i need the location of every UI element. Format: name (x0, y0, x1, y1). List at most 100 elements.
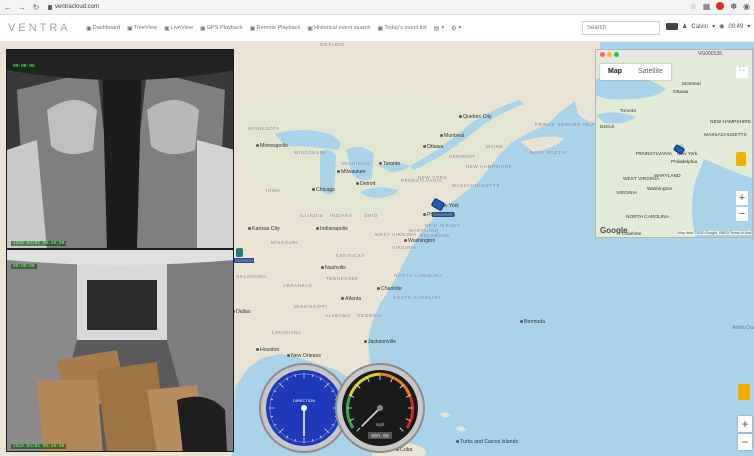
city-label: Ottawa (427, 144, 444, 150)
minimize-dot-icon[interactable] (607, 52, 612, 57)
state-label: NOVA SCOTIA (530, 150, 567, 155)
history-icon: ▣ (307, 25, 313, 32)
speed-readout: 000.00 (371, 434, 389, 440)
url-text: ventracloud.com (55, 4, 100, 10)
vehicle-label[interactable] (432, 212, 454, 217)
city-label: Indianapolis (320, 226, 348, 232)
minimap-label: Montreal (682, 82, 701, 87)
maximize-dot-icon[interactable] (614, 52, 619, 57)
minimap-label: Washington (647, 187, 673, 192)
city-dot-icon (377, 287, 380, 290)
dashboard-icon: ▣ (86, 25, 92, 32)
city-dot-icon (256, 348, 259, 351)
nav-item-tree[interactable]: ▣ TreeView (127, 25, 157, 32)
vehicle-marker[interactable] (236, 248, 243, 257)
state-label: MISSOURI (271, 240, 299, 245)
nav-label: Dashboard (92, 25, 121, 31)
state-label: MASSACHUSETTS (452, 183, 500, 188)
nav-label: GPS Playback (206, 25, 243, 31)
speed-unit: mph (376, 422, 385, 427)
playback-icon: ▣ (249, 25, 256, 32)
city-dot-icon (364, 340, 367, 343)
city-label: Chicago (316, 187, 336, 193)
nav-item-dashboard[interactable]: ▣ Dashboard (86, 25, 120, 32)
state-label: NEW JERSEY (425, 223, 461, 228)
map-credit: Map data ©2020 Google, INEGI Terms of Us… (677, 231, 751, 235)
extension-icon[interactable]: ▦ (703, 2, 711, 11)
city-dot-icon (341, 297, 344, 300)
pegman-icon[interactable] (736, 152, 746, 166)
minimap-label: VIRGINIA (616, 191, 638, 196)
search-input[interactable] (582, 21, 660, 35)
pegman-icon[interactable] (738, 384, 750, 400)
city-dot-icon (440, 134, 443, 137)
star-icon[interactable]: ☆ (690, 2, 697, 11)
city-dot-icon (248, 227, 251, 230)
tab-map[interactable]: Map (600, 64, 630, 80)
zoom-out-button[interactable]: − (738, 434, 752, 450)
minimap-label: WEST VIRGINIA (623, 177, 660, 182)
city-label: Dallas (236, 309, 251, 315)
truck-icon[interactable] (666, 23, 678, 30)
state-label: KENTUCKY (336, 253, 366, 258)
nav-item-settings[interactable]: ⚙ ▾ (451, 25, 461, 32)
address-bar[interactable]: ventracloud.com (48, 4, 99, 10)
zoom-in-button[interactable]: + (736, 191, 748, 205)
state-label: IOWA (266, 188, 281, 193)
nav-item-list[interactable]: ▣ Today's event list (378, 25, 427, 32)
state-label: OHIO (364, 213, 378, 218)
nav-item-eye[interactable]: ▣ LiveView (164, 25, 193, 32)
state-label: LOUISIANA (272, 330, 302, 335)
state-label: VERMONT (449, 154, 476, 159)
nav-item-history[interactable]: ▣ Historical event search (307, 25, 370, 32)
camera-osd-timestamp: 2020 03/02 09:49:00 (11, 241, 67, 246)
nav-item-gps[interactable]: ▣ GPS Playback (200, 25, 243, 32)
vehicle-label[interactable] (234, 258, 254, 263)
clock-text: 09:49 (728, 23, 744, 30)
minimap-label: PENNSYLVANIA (636, 152, 673, 157)
record-extension-icon[interactable] (716, 2, 725, 10)
reload-icon[interactable]: ↻ (30, 3, 42, 12)
camera-feed-bottom[interactable]: 00:00:00 2020 03/02 09:49:00 (6, 249, 234, 452)
state-label: NEW YORK (418, 175, 448, 180)
zoom-in-button[interactable]: + (738, 416, 752, 432)
state-label: ONTARIO (320, 42, 345, 47)
arrow-right-icon[interactable]: → (16, 3, 28, 12)
state-label: GEORGIA (357, 313, 383, 318)
puzzle-icon[interactable]: ✽ (730, 2, 737, 11)
city-label: Montreal (444, 133, 465, 139)
tree-icon: ▣ (127, 25, 133, 32)
zoom-out-button[interactable]: − (736, 207, 748, 221)
app-header: VENTRA ▣ Dashboard ▣ TreeView ▣ LiveView ▣ GPS … (0, 15, 754, 42)
fullscreen-icon[interactable]: ⛶ (736, 66, 748, 78)
city-label: Jacksonville (368, 339, 396, 345)
city-dot-icon (459, 115, 462, 118)
city-label: Kansas City (252, 226, 280, 232)
chevron-down-icon: ▾ (458, 25, 462, 31)
tab-satellite[interactable]: Satellite (630, 64, 671, 80)
compass-gauge: DIRECTION (259, 363, 349, 453)
city-dot-icon (321, 266, 324, 269)
camera-feed-top[interactable]: 00:00:00 2020 03/02 09:49:00 (6, 49, 234, 249)
chevron-down-icon[interactable]: ▾ (747, 23, 750, 30)
nav-item-playback[interactable]: ▣ Remote Playback (250, 25, 301, 32)
profile-icon[interactable]: ◉ (743, 2, 750, 11)
city-label: Milwaukee (341, 169, 366, 175)
nav-label: LiveView (170, 25, 194, 31)
vehicle-minimap[interactable]: VG000135 Map Satellite ⛶ Montreal Ottawa T… (595, 49, 753, 238)
city-label: Atlanta (345, 296, 362, 302)
user-menu[interactable]: Calvin (691, 24, 708, 30)
arrow-left-icon[interactable]: ← (2, 3, 14, 12)
city-dot-icon (456, 440, 459, 443)
state-label: ILLINOIS (300, 213, 324, 218)
city-label: Turks and Caicos Islands (460, 439, 519, 445)
city-label: Quebec City (463, 114, 492, 120)
minimap-label: NORTH CAROLINA (626, 215, 669, 220)
state-label: NEW HAMPSHIRE (466, 164, 513, 169)
city-label: Nashville (325, 265, 347, 271)
close-dot-icon[interactable] (600, 52, 605, 57)
camera-osd-channel: 00:00:00 (11, 264, 37, 269)
nav-item-menu[interactable]: ▤ ▾ (434, 25, 444, 32)
google-logo: Google (600, 226, 628, 235)
chevron-down-icon[interactable]: ▾ (712, 23, 715, 30)
